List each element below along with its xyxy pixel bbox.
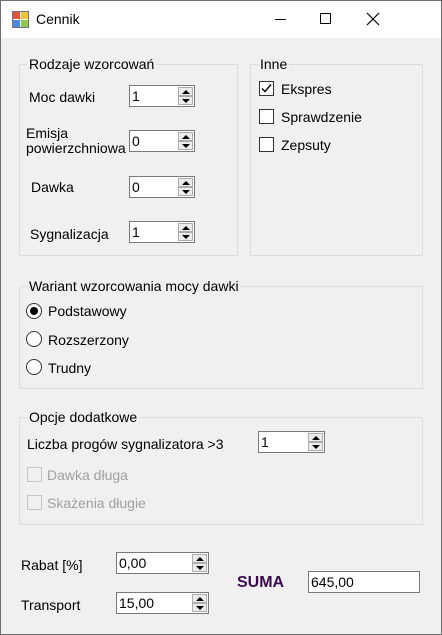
express-checkbox[interactable]: [259, 81, 274, 96]
discount-value: 0,00: [119, 555, 147, 571]
long-contamination-label: Skażenia długie: [47, 495, 146, 511]
broken-label[interactable]: Zepsuty: [281, 137, 331, 153]
minimize-icon: [275, 19, 286, 20]
window-title: Cennik: [36, 11, 80, 27]
dose-down-button[interactable]: [178, 187, 193, 196]
close-button[interactable]: [350, 1, 396, 38]
basic-label[interactable]: Podstawowy: [48, 303, 127, 319]
thresholds-label: Liczba progów sygnalizatora >3: [27, 436, 224, 452]
difficult-label[interactable]: Trudny: [48, 360, 91, 376]
signaling-up-button[interactable]: [178, 223, 193, 232]
variant-title: Wariant wzorcowania mocy dawki: [27, 278, 241, 294]
maximize-button[interactable]: [303, 1, 349, 38]
signaling-down-button[interactable]: [178, 232, 193, 241]
thresholds-value: 1: [261, 434, 269, 450]
signaling-value: 1: [132, 224, 140, 240]
dose-rate-down-button[interactable]: [178, 96, 193, 105]
discount-stepper[interactable]: 0,00: [116, 552, 209, 574]
check-checkbox[interactable]: [259, 109, 274, 124]
dose-label: Dawka: [31, 179, 74, 195]
transport-up-button[interactable]: [192, 594, 207, 603]
dose-rate-stepper[interactable]: 1: [129, 85, 195, 107]
other-title: Inne: [258, 56, 290, 72]
total-label: SUMA: [237, 574, 285, 591]
total-value: 645,00: [311, 574, 354, 590]
long-contamination-checkbox[interactable]: [27, 495, 42, 510]
signaling-stepper[interactable]: 1: [129, 221, 195, 243]
radio-selected-dot: [30, 307, 38, 315]
thresholds-up-button[interactable]: [308, 433, 323, 442]
transport-down-button[interactable]: [192, 603, 207, 612]
surface-emission-stepper[interactable]: 0: [129, 130, 195, 152]
transport-stepper[interactable]: 15,00: [116, 592, 209, 614]
discount-up-button[interactable]: [192, 554, 207, 563]
discount-down-button[interactable]: [192, 563, 207, 572]
difficult-radio[interactable]: [26, 359, 42, 375]
discount-label: Rabat [%]: [21, 557, 83, 573]
transport-value: 15,00: [119, 595, 155, 611]
surface-emission-up-button[interactable]: [178, 132, 193, 141]
app-icon: [12, 11, 30, 28]
minimize-button[interactable]: [257, 1, 303, 38]
transport-label: Transport: [21, 597, 81, 613]
other-group: Inne: [250, 56, 423, 256]
price-list-window: Cennik Rodzaje wzorcowań Moc dawki 1 Emi…: [0, 0, 442, 635]
extended-label[interactable]: Rozszerzony: [48, 332, 129, 348]
title-bar[interactable]: Cennik: [1, 1, 441, 38]
broken-checkbox[interactable]: [259, 137, 274, 152]
extra-options-title: Opcje dodatkowe: [27, 409, 140, 425]
maximize-icon: [320, 13, 331, 24]
dose-rate-value: 1: [132, 88, 140, 104]
total-field[interactable]: 645,00: [308, 571, 420, 593]
thresholds-down-button[interactable]: [308, 442, 323, 451]
long-dose-checkbox[interactable]: [27, 467, 42, 482]
dose-rate-up-button[interactable]: [178, 87, 193, 96]
basic-radio[interactable]: [26, 303, 42, 319]
close-icon: [366, 12, 380, 26]
express-label[interactable]: Ekspres: [281, 81, 332, 97]
surface-emission-value: 0: [132, 133, 140, 149]
dose-stepper[interactable]: 0: [129, 176, 195, 198]
surface-emission-down-button[interactable]: [178, 141, 193, 150]
dose-up-button[interactable]: [178, 178, 193, 187]
thresholds-stepper[interactable]: 1: [258, 431, 325, 453]
dose-value: 0: [132, 179, 140, 195]
dose-rate-label: Moc dawki: [29, 89, 96, 105]
checkmark-icon: [261, 84, 272, 93]
calibration-types-title: Rodzaje wzorcowań: [27, 56, 157, 72]
long-dose-label: Dawka długa: [47, 467, 128, 483]
surface-emission-label-2: powierzchniowa: [26, 140, 126, 156]
signaling-label: Sygnalizacja: [30, 226, 109, 242]
check-label[interactable]: Sprawdzenie: [281, 109, 362, 125]
extended-radio[interactable]: [26, 331, 42, 347]
surface-emission-label-1: Emisja: [26, 125, 69, 141]
